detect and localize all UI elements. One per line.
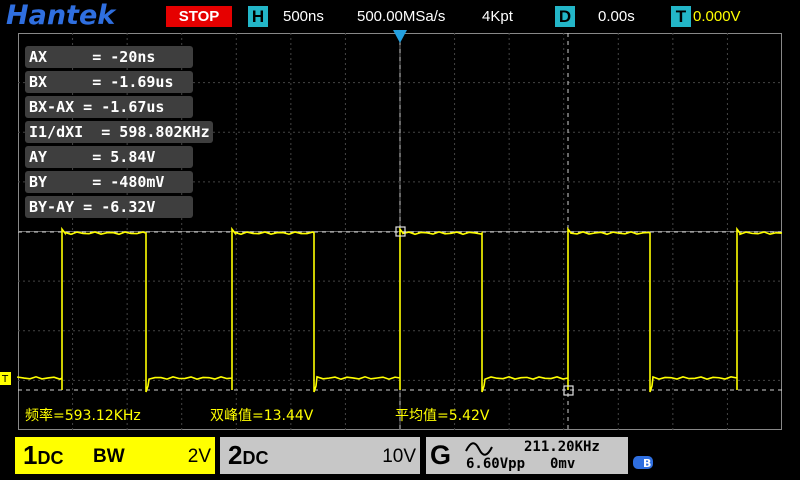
ch1-volts-per-div: 2V	[187, 446, 211, 467]
ch1-settings-panel[interactable]: 1DC BW 2V	[15, 437, 215, 474]
trigger-offset: 0mv	[550, 456, 576, 472]
stat-average: 平均值=5.42V	[395, 408, 490, 424]
ch2-volts-per-div: 10V	[382, 446, 416, 467]
trigger-vpp: 6.60Vpp	[466, 456, 526, 472]
meas-by-ay: BY-AY = -6.32V	[25, 196, 193, 218]
ch1-bandwidth-limit: BW	[93, 446, 125, 467]
ch1-waveform	[17, 226, 783, 393]
meas-inv-dx: I1/dXI = 598.802KHz	[25, 121, 213, 143]
meas-ay: AY = 5.84V	[25, 146, 193, 168]
svg-text:B: B	[643, 457, 651, 470]
usb-connection-icon: B	[633, 456, 653, 470]
ch2-settings-panel[interactable]: 2DC 10V	[220, 437, 420, 474]
stat-peak-to-peak: 双峰值=13.44V	[210, 408, 314, 424]
meas-bx: BX = -1.69us	[25, 71, 193, 93]
ch1-label: 1DC	[23, 440, 64, 470]
trigger-frequency: 211.20KHz	[524, 439, 600, 455]
meas-ax: AX = -20ns	[25, 46, 193, 68]
ch1-ground-marker-label: T	[1, 374, 9, 385]
meas-bx-ax: BX-AX = -1.67us	[25, 96, 193, 118]
trigger-source: G	[430, 440, 452, 470]
trigger-position-marker	[393, 30, 407, 43]
stat-frequency: 频率=593.12KHz	[25, 408, 141, 424]
trigger-info-panel[interactable]: G 211.20KHz 6.60Vpp 0mv	[426, 437, 628, 474]
ac-wave-icon	[465, 442, 493, 456]
meas-by: BY = -480mV	[25, 171, 193, 193]
ch2-label: 2DC	[228, 440, 269, 470]
